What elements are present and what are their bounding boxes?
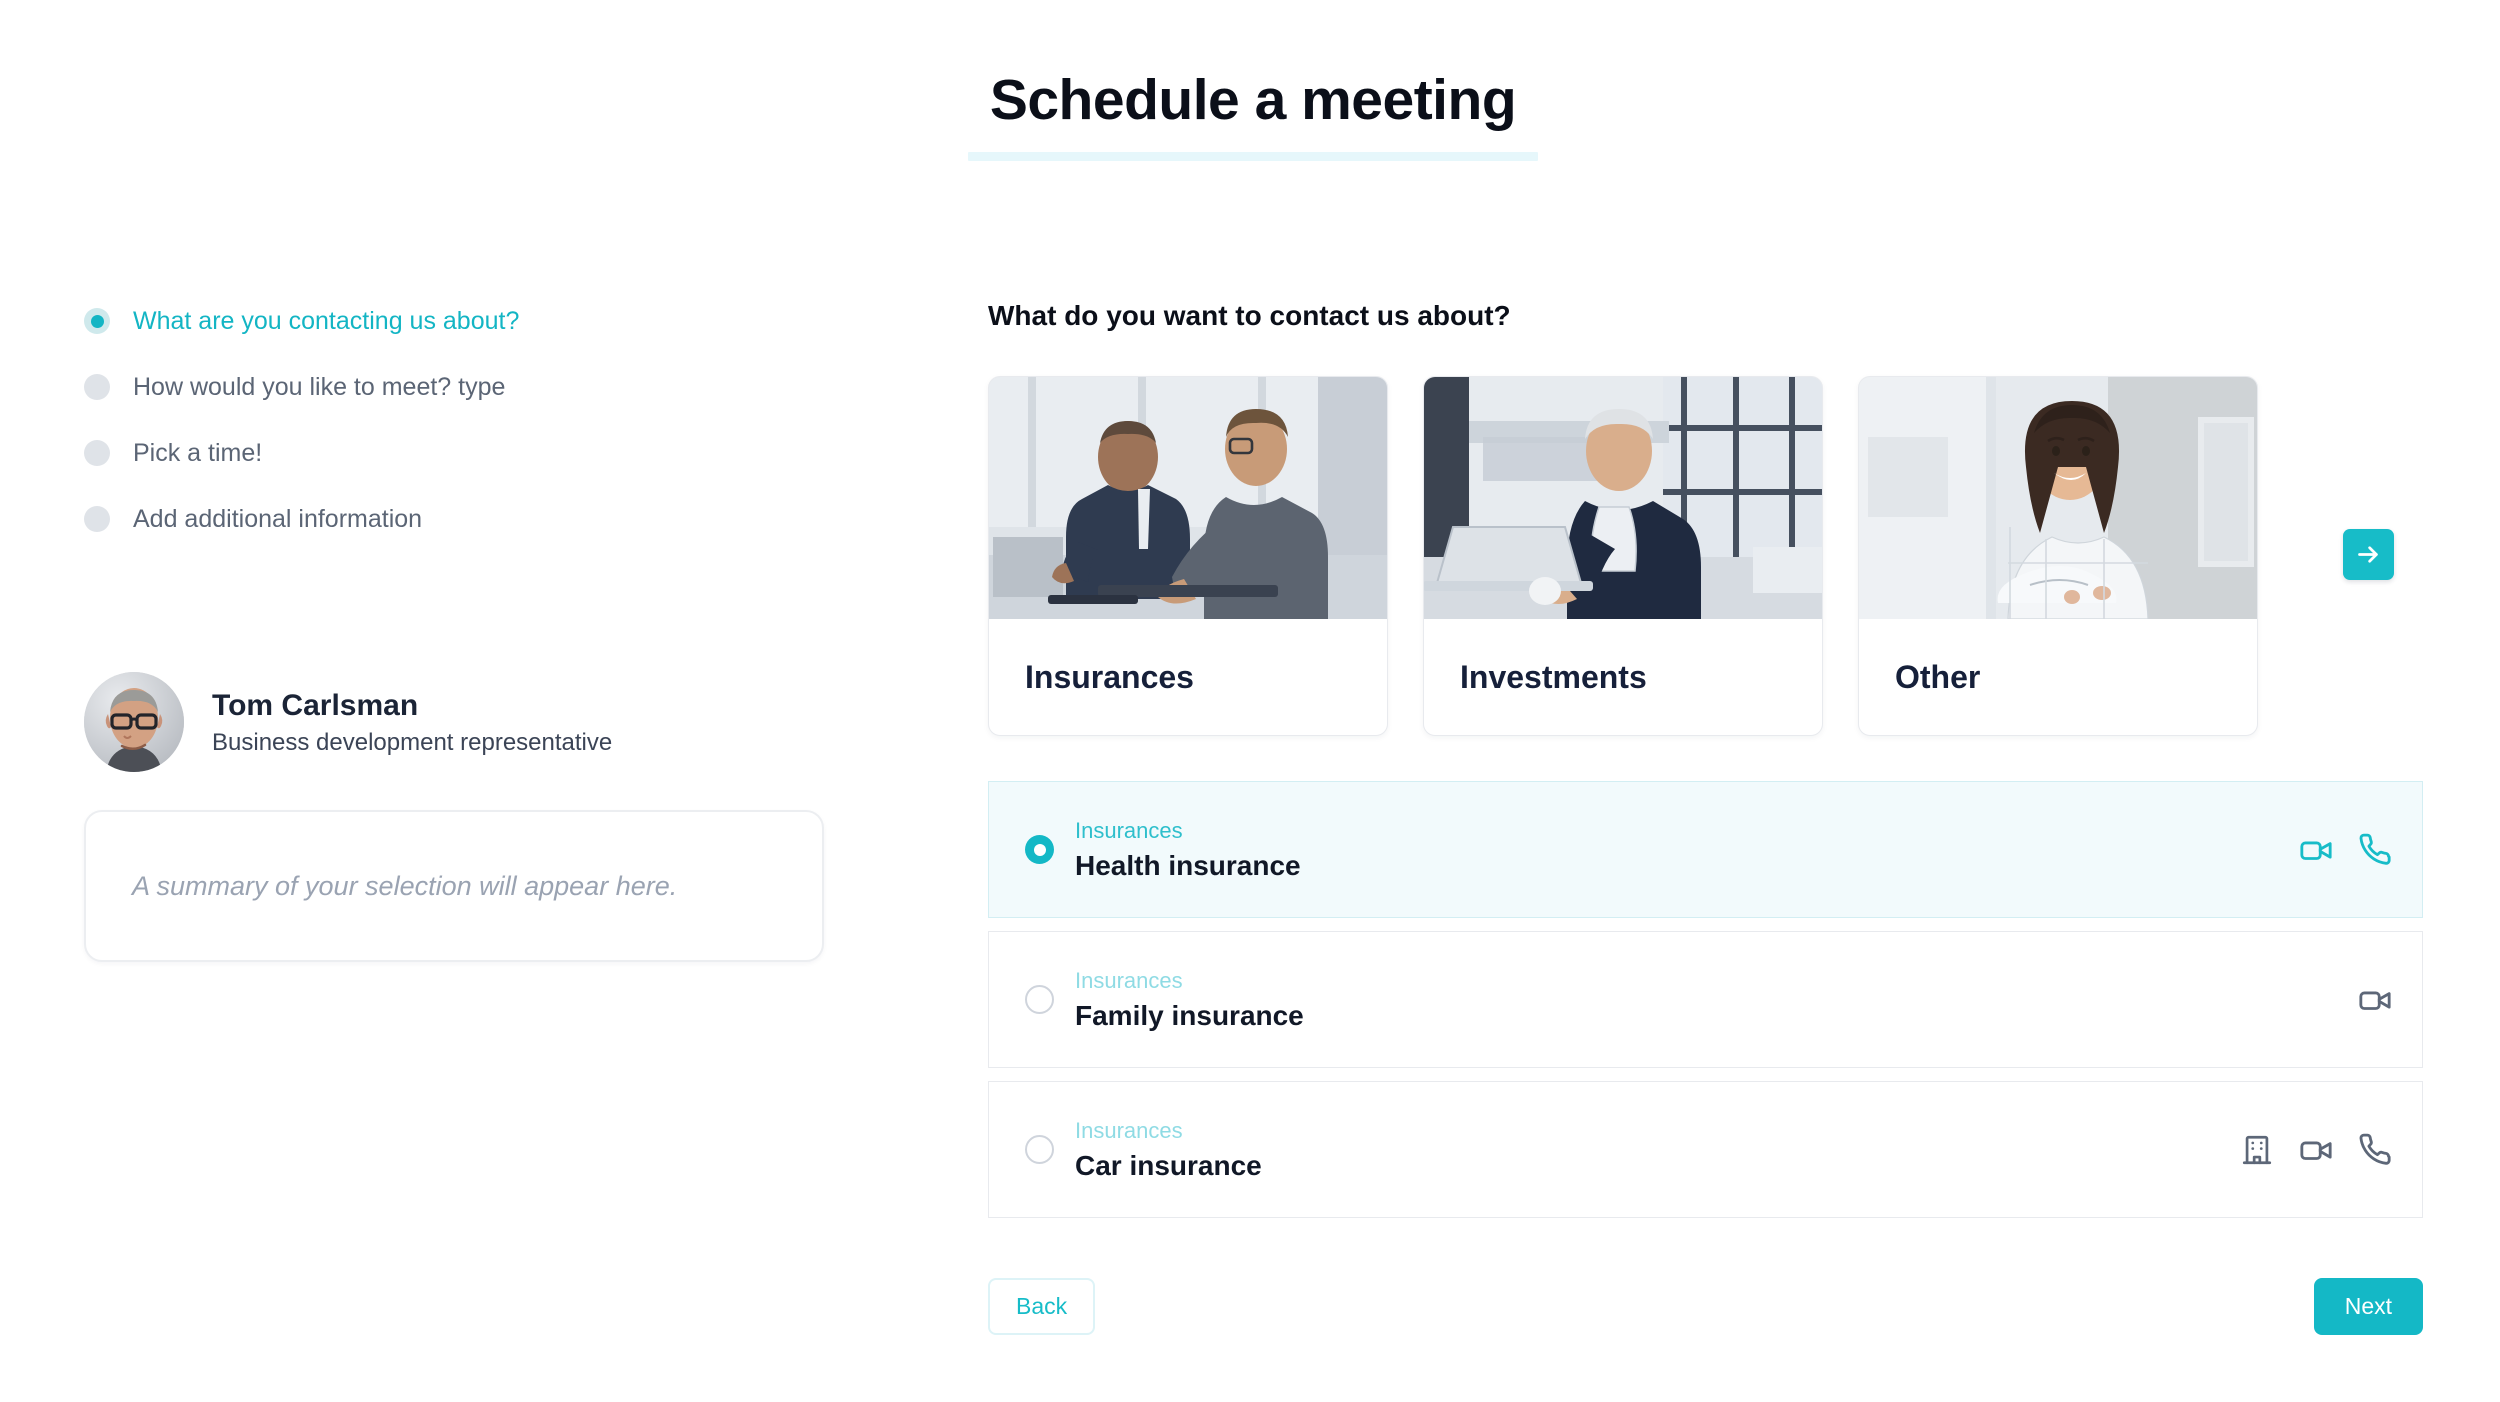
category-card-label: Insurances	[1025, 658, 1194, 695]
option-title: Health insurance	[1075, 849, 1301, 881]
steps-nav: What are you contacting us about? How wo…	[84, 300, 844, 564]
step-dot-icon	[84, 440, 110, 466]
profile-name: Tom Carlsman	[212, 689, 419, 723]
phone-icon[interactable]	[2358, 1133, 2392, 1167]
step-label-2: Pick a time!	[133, 438, 263, 467]
radio-icon[interactable]	[1025, 985, 1054, 1014]
option-row-family-insurance[interactable]: Insurances Family insurance	[988, 931, 2423, 1068]
option-title: Family insurance	[1075, 999, 1304, 1031]
schedule-meeting-page: Schedule a meeting What are you contacti…	[0, 0, 2500, 1402]
next-button[interactable]: Next	[2313, 1278, 2423, 1335]
profile-role: Business development representative	[212, 728, 613, 756]
option-icons	[2358, 983, 2392, 1017]
step-dot-icon	[84, 308, 110, 334]
category-card-insurances[interactable]: Insurances	[988, 376, 1388, 736]
avatar	[84, 672, 184, 772]
title-underline	[968, 151, 1538, 161]
option-text: Insurances Health insurance	[1075, 817, 1301, 882]
option-icons	[2240, 1133, 2392, 1167]
step-label-3: Add additional information	[133, 504, 423, 533]
selection-summary-box[interactable]: A summary of your selection will appear …	[84, 810, 824, 962]
step-dot-icon	[84, 374, 110, 400]
man-with-laptop-photo	[1424, 377, 1822, 619]
representative-profile: Tom Carlsman Business development repres…	[84, 672, 612, 772]
option-category: Insurances	[1075, 1118, 1183, 1144]
option-row-health-insurance[interactable]: Insurances Health insurance	[988, 781, 2423, 918]
option-category: Insurances	[1075, 818, 1183, 844]
video-camera-icon[interactable]	[2299, 833, 2333, 867]
step-label-0: What are you contacting us about?	[133, 306, 520, 335]
option-title: Car insurance	[1075, 1149, 1262, 1181]
option-category: Insurances	[1075, 968, 1183, 994]
option-icons	[2299, 833, 2392, 867]
main-question: What do you want to contact us about?	[988, 300, 1511, 331]
category-card-label: Investments	[1460, 658, 1647, 695]
page-header: Schedule a meeting	[968, 68, 1538, 161]
form-footer: Back Next	[988, 1278, 2423, 1335]
profile-text: Tom Carlsman Business development repres…	[212, 687, 612, 757]
page-title: Schedule a meeting	[989, 68, 1517, 132]
main-content: What do you want to contact us about? In…	[988, 300, 2423, 1335]
radio-icon[interactable]	[1025, 1135, 1054, 1164]
option-row-car-insurance[interactable]: Insurances Car insurance	[988, 1081, 2423, 1218]
two-men-meeting-photo	[989, 377, 1387, 619]
step-item-3[interactable]: Add additional information	[84, 498, 844, 540]
option-list: Insurances Health insurance Insurances F…	[988, 781, 2423, 1218]
phone-icon[interactable]	[2358, 833, 2392, 867]
step-item-2[interactable]: Pick a time!	[84, 432, 844, 474]
category-card-label: Other	[1895, 658, 1981, 695]
back-button[interactable]: Back	[988, 1278, 1096, 1335]
office-building-icon[interactable]	[2240, 1133, 2274, 1167]
step-item-0[interactable]: What are you contacting us about?	[84, 300, 844, 342]
step-label-1: How would you like to meet? type	[133, 372, 506, 401]
video-camera-icon[interactable]	[2358, 983, 2392, 1017]
woman-arms-crossed-photo	[1859, 377, 2257, 619]
option-text: Insurances Family insurance	[1075, 967, 1304, 1032]
step-item-1[interactable]: How would you like to meet? type	[84, 366, 844, 408]
carousel-next-button[interactable]	[2343, 529, 2394, 580]
option-text: Insurances Car insurance	[1075, 1117, 1262, 1182]
video-camera-icon[interactable]	[2299, 1133, 2333, 1167]
category-cards: Insurances Investments Other	[988, 376, 2423, 736]
summary-placeholder: A summary of your selection will appear …	[132, 870, 678, 901]
category-card-other[interactable]: Other	[1858, 376, 2258, 736]
category-card-investments[interactable]: Investments	[1423, 376, 1823, 736]
arrow-right-icon	[2358, 546, 2378, 563]
radio-icon[interactable]	[1025, 835, 1054, 864]
step-dot-icon	[84, 506, 110, 532]
